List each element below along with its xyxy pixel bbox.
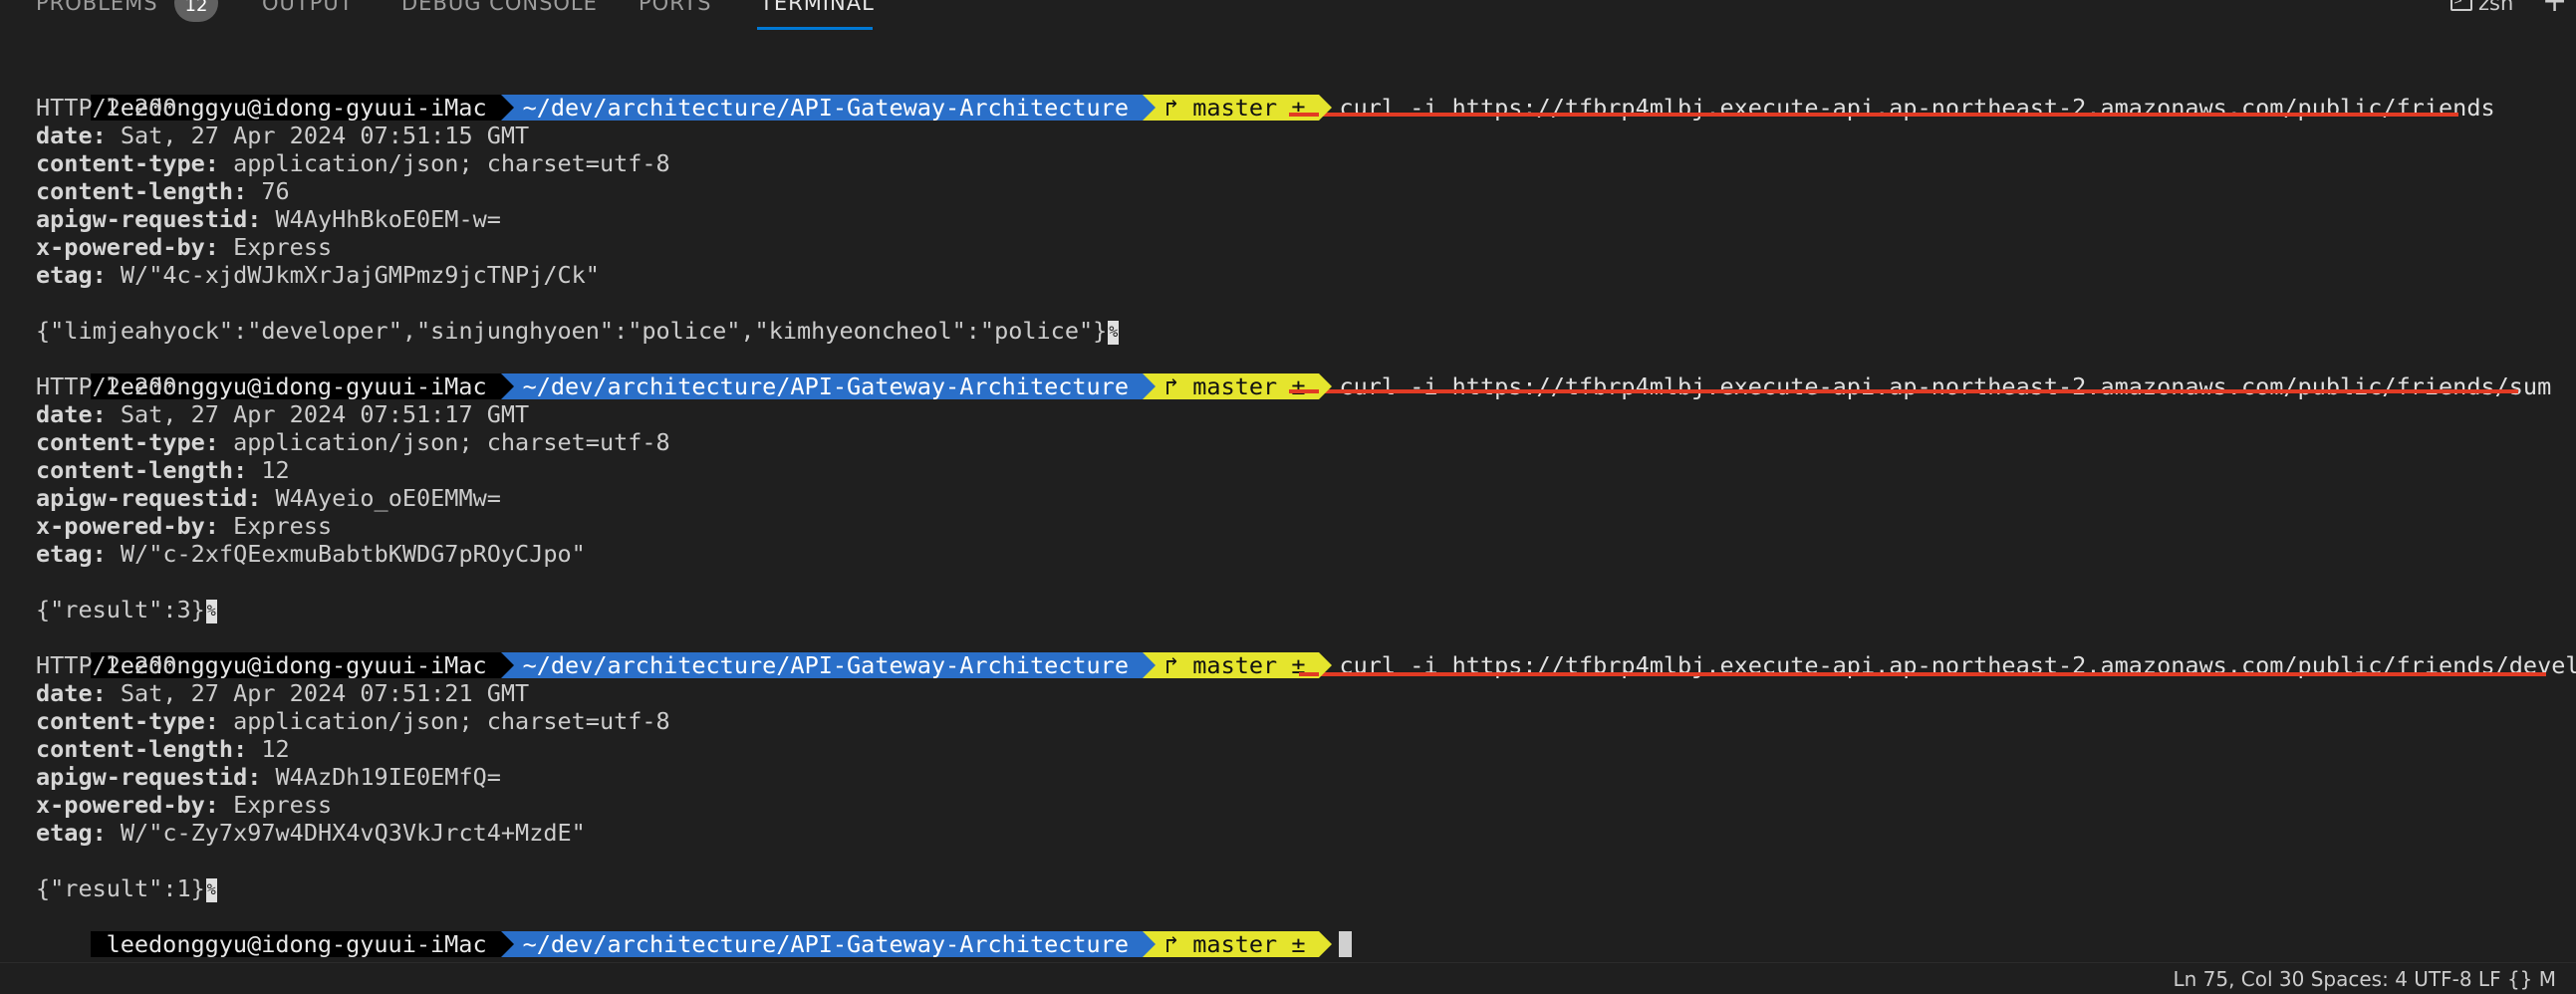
- header-line: content-type: application/json; charset=…: [36, 428, 670, 456]
- header-line: apigw-requestid: W4AzDh19IE0EMfQ=: [36, 763, 501, 791]
- active-tab-indicator: [757, 27, 873, 30]
- header-line: content-length: 12: [36, 456, 290, 484]
- header-line: content-type: application/json; charset=…: [36, 707, 670, 735]
- status-bar-text[interactable]: Ln 75, Col 30 Spaces: 4 UTF-8 LF {} M: [2173, 964, 2556, 994]
- terminal-output[interactable]: leedonggyu@idong-gyuui-iMac ~/dev/archite…: [34, 66, 2576, 957]
- header-line: date: Sat, 27 Apr 2024 07:51:17 GMT: [36, 400, 530, 428]
- header-line: apigw-requestid: W4AyHhBkoE0EM-w=: [36, 205, 501, 233]
- header-line: content-length: 76: [36, 177, 290, 205]
- response-body: {"limjeahyock":"developer","sinjunghyoen…: [36, 317, 1120, 345]
- terminal-shell-selector[interactable]: > zsh: [2450, 0, 2513, 18]
- prompt-line: leedonggyu@idong-gyuui-iMac ~/dev/archite…: [34, 902, 2566, 957]
- tab-problems[interactable]: PROBLEMS: [36, 0, 158, 18]
- header-line: x-powered-by: Express: [36, 791, 333, 819]
- tab-debug-console[interactable]: DEBUG CONSOLE: [401, 0, 598, 18]
- status-line: HTTP/2 200: [36, 94, 177, 122]
- prompt-line: leedonggyu@idong-gyuui-iMac ~/dev/archite…: [34, 66, 2566, 122]
- header-line: etag: W/"4c-xjdWJkmXrJajGMPmz9jcTNPj/Ck": [36, 261, 600, 289]
- no-newline-marker: %: [205, 599, 217, 623]
- no-newline-marker: %: [1108, 320, 1120, 345]
- response-body: {"result":1}%: [36, 874, 217, 902]
- header-line: content-length: 12: [36, 735, 290, 763]
- tab-output[interactable]: OUTPUT: [262, 0, 354, 18]
- annotation-underline: [1289, 113, 2458, 117]
- terminal-icon: >: [2450, 0, 2472, 11]
- annotation-underline: [1289, 389, 2518, 393]
- response-body: {"result":3}%: [36, 596, 217, 623]
- header-line: content-type: application/json; charset=…: [36, 149, 670, 177]
- terminal-cursor[interactable]: [1339, 931, 1353, 957]
- header-line: etag: W/"c-Zy7x97w4DHX4vQ3VkJrct4+MzdE": [36, 819, 586, 847]
- status-line: HTTP/2 200: [36, 373, 177, 400]
- prompt-line: leedonggyu@idong-gyuui-iMac ~/dev/archite…: [34, 345, 2566, 400]
- no-newline-marker: %: [205, 877, 217, 902]
- prompt-user-segment: leedonggyu@idong-gyuui-iMac: [90, 931, 514, 957]
- header-line: date: Sat, 27 Apr 2024 07:51:15 GMT: [36, 122, 530, 149]
- panel-tab-bar: PROBLEMS 12 OUTPUT DEBUG CONSOLE PORTS T…: [0, 0, 2576, 30]
- annotation-underline: [1299, 672, 2546, 676]
- shell-name: zsh: [2478, 0, 2514, 15]
- tab-ports[interactable]: PORTS: [639, 0, 711, 18]
- tab-terminal[interactable]: TERMINAL: [760, 0, 875, 18]
- header-line: x-powered-by: Express: [36, 233, 333, 261]
- header-line: etag: W/"c-2xfQEexmuBabtbKWDG7pROyCJpo": [36, 540, 586, 568]
- header-line: x-powered-by: Express: [36, 512, 333, 540]
- header-line: apigw-requestid: W4Ayeio_oE0EMMw=: [36, 484, 501, 512]
- problems-count-badge: 12: [174, 0, 218, 22]
- status-bar: Ln 75, Col 30 Spaces: 4 UTF-8 LF {} M: [0, 962, 2576, 991]
- plus-icon[interactable]: +: [2542, 0, 2567, 18]
- prompt-line: leedonggyu@idong-gyuui-iMac ~/dev/archite…: [34, 623, 2576, 679]
- prompt-path-segment: ~/dev/architecture/API-Gateway-Architect…: [500, 931, 1156, 957]
- header-line: date: Sat, 27 Apr 2024 07:51:21 GMT: [36, 679, 530, 707]
- prompt-git-segment: ↱ master ±: [1142, 931, 1333, 957]
